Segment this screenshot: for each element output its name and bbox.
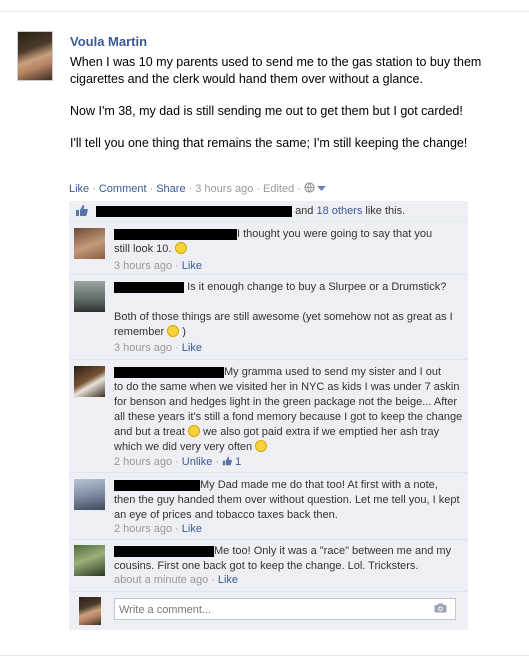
comment-item: My Dad made me do that too! At first wit… [69,473,468,540]
commenter-avatar[interactable] [74,545,105,576]
smiley-icon [255,440,268,452]
author-name[interactable]: Voula Martin [70,34,147,49]
smiley-icon [188,425,201,437]
comment-item: Is it enough change to buy a Slurpee or … [69,275,468,360]
commenter-avatar[interactable] [74,479,105,510]
top-divider [0,11,529,12]
author-avatar[interactable] [17,31,53,81]
comment-like-count[interactable]: 1 [222,456,241,468]
viewer-avatar [79,597,101,625]
redacted-name[interactable] [114,281,184,293]
smiley-icon [174,242,187,254]
like-link[interactable]: Like [69,183,89,195]
unlike-link[interactable]: Unlike [182,456,213,468]
post-timestamp[interactable]: 3 hours ago [195,183,253,195]
comment-text: Me too! Only it was a "race" between me … [114,545,452,572]
comment-text: I thought you were going to say that you… [114,228,433,255]
comment-composer: Write a comment... [69,592,468,630]
comment-meta: about a minute ago · Like [114,574,239,586]
post-paragraph: I'll tell you one thing that remains the… [70,136,468,150]
share-link[interactable]: Share [156,183,185,195]
comment-item: Me too! Only it was a "race" between me … [69,540,468,592]
redacted-name[interactable] [114,479,200,491]
comment-meta: 2 hours ago · Unlike · 1 [114,456,242,468]
comment-input[interactable]: Write a comment... [114,598,456,620]
comment-like-link[interactable]: Like [182,342,202,354]
comment-text: Is it enough change to buy a Slurpee or … [114,281,453,338]
comment-link[interactable]: Comment [99,183,147,195]
redacted-name[interactable] [114,545,214,557]
bottom-divider [0,655,529,656]
comment-item: My gramma used to send my sister and I o… [69,360,468,473]
smiley-icon [167,325,180,337]
comment-meta: 3 hours ago · Like [114,342,202,354]
comment-text: My Dad made me do that too! At first wit… [114,479,460,521]
commenter-avatar[interactable] [74,281,105,312]
redacted-name[interactable] [114,366,224,378]
redacted-name[interactable] [114,228,237,240]
comment-like-link[interactable]: Like [182,260,202,272]
post-actions: Like · Comment · Share · 3 hours ago · Edited · [69,182,326,195]
comment-text: My gramma used to send my sister and I o… [114,366,463,453]
chevron-down-icon[interactable] [315,183,326,195]
thumbs-up-icon [222,456,232,466]
thumbs-up-icon [75,204,88,217]
edited-label[interactable]: Edited [263,183,294,195]
post-paragraph: Now I'm 38, my dad is still sending me o… [70,104,463,118]
post-body: When I was 10 my parents used to send me… [70,54,500,167]
others-link[interactable]: 18 others [316,205,362,217]
comment-item: I thought you were going to say that you… [69,222,468,275]
likes-bar: and 18 others like this. [69,201,468,222]
comment-meta: 2 hours ago · Like [114,523,202,535]
camera-icon[interactable] [434,603,447,613]
post-paragraph: When I was 10 my parents used to send me… [70,55,482,86]
comment-meta: 3 hours ago · Like [114,260,202,272]
commenter-avatar[interactable] [74,228,105,259]
comment-like-link[interactable]: Like [218,574,238,586]
globe-icon[interactable] [304,182,315,195]
feedback-box: and 18 others like this. I thought you w… [69,201,468,630]
commenter-avatar[interactable] [74,366,105,397]
redacted-names [96,205,292,217]
comment-like-link[interactable]: Like [182,523,202,535]
